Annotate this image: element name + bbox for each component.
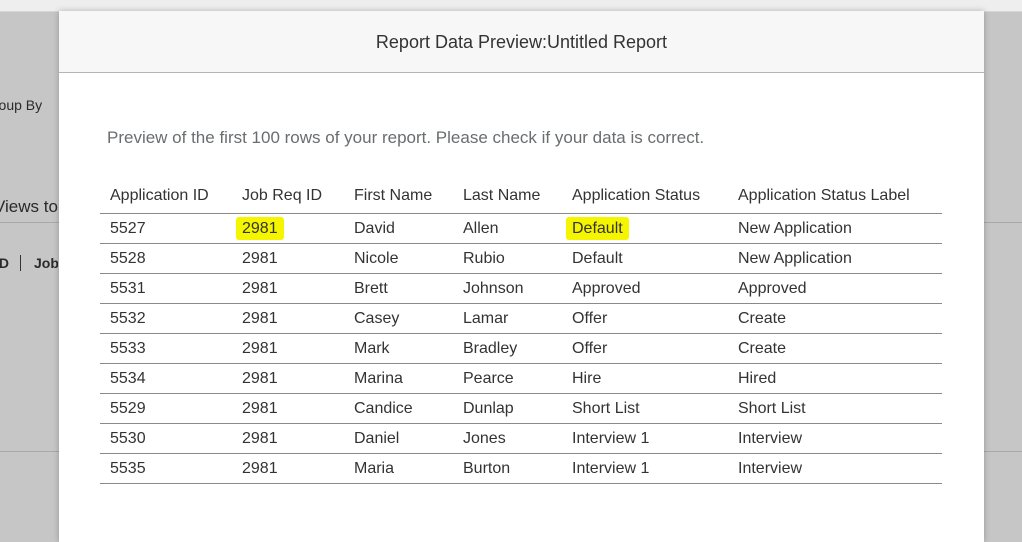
- cell-job-req-id: 2981: [232, 273, 344, 304]
- cell-first-name: Daniel: [344, 423, 453, 454]
- report-preview-dialog: Report Data Preview:Untitled Report Prev…: [59, 11, 984, 542]
- cell-application-id: 5533: [100, 333, 232, 364]
- cell-application-status: Short List: [562, 393, 728, 424]
- group-by-label[interactable]: Group By: [0, 97, 58, 113]
- cell-job-req-id: 2981: [232, 333, 344, 364]
- column-header-job-req-id: Job Req ID: [232, 179, 344, 214]
- bg-divider: [984, 451, 1022, 452]
- cell-first-name: Casey: [344, 303, 453, 334]
- cell-last-name: Jones: [453, 423, 562, 454]
- cell-application-status-label: Create: [728, 333, 942, 364]
- cell-application-status: Approved: [562, 273, 728, 304]
- cell-application-status: Default: [562, 243, 728, 274]
- cell-application-status: Interview 1: [562, 453, 728, 484]
- cell-application-status-label: Hired: [728, 363, 942, 394]
- cell-application-id: 5532: [100, 303, 232, 334]
- cell-last-name: Lamar: [453, 303, 562, 334]
- cell-last-name: Burton: [453, 453, 562, 484]
- cell-first-name: David: [344, 213, 453, 244]
- cell-application-status: Hire: [562, 363, 728, 394]
- cell-application-id: 5529: [100, 393, 232, 424]
- bg-column-headers: IDJob: [0, 255, 58, 271]
- cell-first-name: Candice: [344, 393, 453, 424]
- cell-application-status-label: New Application: [728, 213, 942, 244]
- cell-application-id: 5528: [100, 243, 232, 274]
- highlight-mark: Default: [566, 216, 629, 240]
- cell-application-id: 5534: [100, 363, 232, 394]
- cell-job-req-id: 2981: [232, 423, 344, 454]
- dialog-header: Report Data Preview:Untitled Report: [59, 11, 984, 73]
- bg-divider: [0, 222, 59, 223]
- cell-last-name: Allen: [453, 213, 562, 244]
- dialog-title: Report Data Preview:Untitled Report: [375, 32, 668, 52]
- table-row: 5535 2981 Maria Burton Interview 1 Inter…: [100, 453, 942, 484]
- column-header-application-status-label: Application Status Label: [728, 179, 942, 214]
- cell-job-req-id: 2981: [232, 243, 344, 274]
- cell-first-name: Mark: [344, 333, 453, 364]
- cell-job-req-id: 2981: [232, 303, 344, 334]
- cell-application-status-label: New Application: [728, 243, 942, 274]
- cell-application-status-label: Interview: [728, 453, 942, 484]
- cell-first-name: Brett: [344, 273, 453, 304]
- cell-application-status: Offer: [562, 303, 728, 334]
- cell-application-status-label: Create: [728, 303, 942, 334]
- table-row: 5532 2981 Casey Lamar Offer Create: [100, 303, 942, 334]
- table-row: 5533 2981 Mark Bradley Offer Create: [100, 333, 942, 364]
- cell-job-req-id: 2981: [232, 213, 344, 244]
- cell-application-status: Offer: [562, 333, 728, 364]
- table-row: 5534 2981 Marina Pearce Hire Hired: [100, 363, 942, 394]
- table-row: 5531 2981 Brett Johnson Approved Approve…: [100, 273, 942, 304]
- cell-application-status-label: Interview: [728, 423, 942, 454]
- table-row: 5528 2981 Nicole Rubio Default New Appli…: [100, 243, 942, 274]
- table-row: 5529 2981 Candice Dunlap Short List Shor…: [100, 393, 942, 424]
- cell-job-req-id: 2981: [232, 393, 344, 424]
- cell-last-name: Bradley: [453, 333, 562, 364]
- cell-application-status-label: Approved: [728, 273, 942, 304]
- cell-first-name: Nicole: [344, 243, 453, 274]
- bg-divider: [984, 222, 1022, 223]
- cell-last-name: Johnson: [453, 273, 562, 304]
- cell-last-name: Dunlap: [453, 393, 562, 424]
- column-header-first-name: First Name: [344, 179, 453, 214]
- views-label: Views to: [0, 197, 58, 216]
- table-row: 5530 2981 Daniel Jones Interview 1 Inter…: [100, 423, 942, 454]
- highlight-mark: 2981: [236, 216, 284, 240]
- column-header-application-id: Application ID: [100, 179, 232, 214]
- cell-application-id: 5531: [100, 273, 232, 304]
- cell-first-name: Marina: [344, 363, 453, 394]
- cell-job-req-id: 2981: [232, 453, 344, 484]
- preview-intro-text: Preview of the first 100 rows of your re…: [107, 128, 705, 147]
- preview-table: Application ID Job Req ID First Name Las…: [100, 179, 942, 484]
- column-header-last-name: Last Name: [453, 179, 562, 214]
- cell-application-id: 5527: [100, 213, 232, 244]
- cell-application-id: 5530: [100, 423, 232, 454]
- cell-last-name: Pearce: [453, 363, 562, 394]
- cell-application-status-label: Short List: [728, 393, 942, 424]
- cell-application-status: Default: [562, 213, 728, 244]
- cell-application-status: Interview 1: [562, 423, 728, 454]
- cell-job-req-id: 2981: [232, 363, 344, 394]
- cell-application-id: 5535: [100, 453, 232, 484]
- bg-divider: [0, 451, 59, 452]
- cell-last-name: Rubio: [453, 243, 562, 274]
- table-row: 5527 2981 David Allen Default New Applic…: [100, 213, 942, 244]
- column-header-application-status: Application Status: [562, 179, 728, 214]
- cell-first-name: Maria: [344, 453, 453, 484]
- table-header-row: Application ID Job Req ID First Name Las…: [100, 179, 942, 214]
